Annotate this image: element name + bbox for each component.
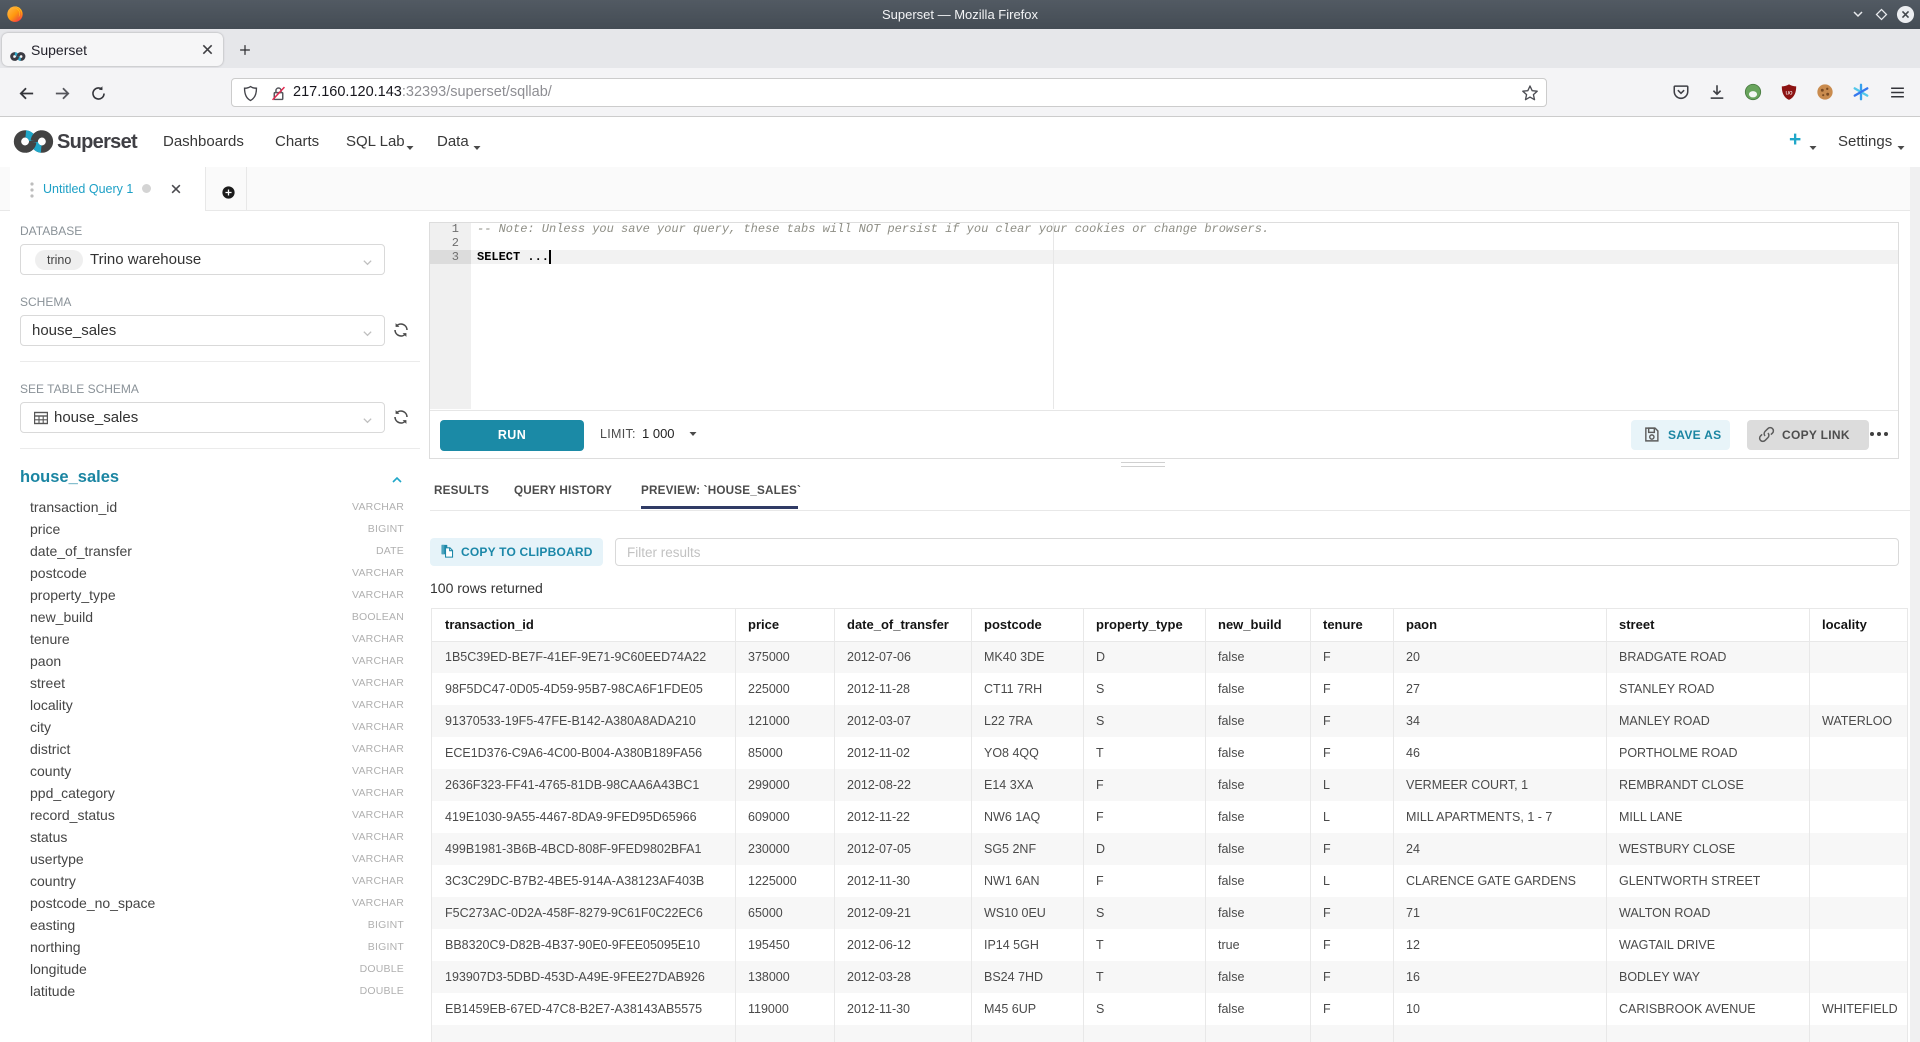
- svg-text:uo: uo: [1785, 89, 1793, 96]
